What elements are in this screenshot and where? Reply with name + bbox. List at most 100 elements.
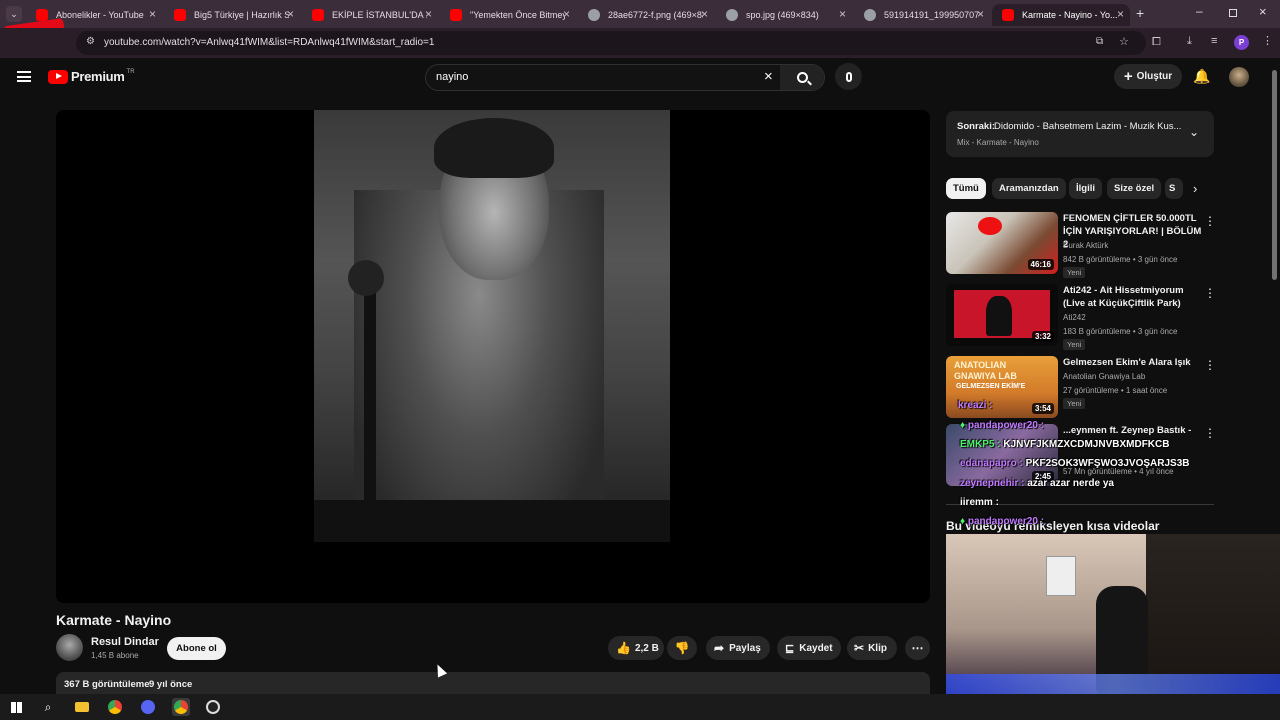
webcam-overlay <box>946 534 1280 694</box>
chevron-down-icon[interactable]: ⌄ <box>1189 125 1199 139</box>
share-arrow-icon: ➦ <box>714 641 725 655</box>
search-box[interactable]: nayino × <box>425 64 825 91</box>
globe-favicon-icon <box>588 9 600 21</box>
tab-search-button[interactable]: ⌄ <box>6 6 22 22</box>
windows-start-icon[interactable] <box>8 699 24 715</box>
browser-tab[interactable]: 28ae6772-f.png (469×834)× <box>578 4 714 26</box>
browser-tab[interactable]: "Yemekten Önce Bitmeyen...× <box>440 4 576 26</box>
search-button[interactable] <box>780 65 824 90</box>
browser-tab[interactable]: Big5 Türkiye | Hazırlık Sez...× <box>164 4 300 26</box>
file-explorer-icon[interactable] <box>74 699 90 715</box>
install-icon[interactable]: ⧉ <box>1096 36 1103 47</box>
close-tab-icon[interactable]: × <box>425 7 432 21</box>
description-box[interactable]: 367 B görüntüleme 9 yıl önce <box>56 672 930 694</box>
clip-button[interactable]: ✂ Klip <box>847 636 897 660</box>
account-avatar[interactable] <box>1229 67 1249 87</box>
next-prefix: Sonraki: <box>957 121 996 132</box>
search-icon[interactable]: ⌕ <box>40 699 56 715</box>
recommendation-channel: Ati242 <box>1063 313 1086 322</box>
discord-icon[interactable] <box>140 699 156 715</box>
up-next-panel[interactable]: Sonraki: Didomido - Bahsetmem Lazim - Mu… <box>946 111 1214 157</box>
url-text: youtube.com/watch?v=Anlwq41fWIM&list=RDA… <box>104 37 435 48</box>
thumb-text: GNAWIYA LAB <box>954 371 1017 381</box>
subscribe-button[interactable]: Abone ol <box>167 637 226 660</box>
like-button[interactable]: 👍 2,2 B <box>608 636 664 660</box>
chip-for-you[interactable]: Size özel <box>1107 178 1162 199</box>
recommendation-item[interactable]: 3:32 Ati242 - Ait Hissetmiyorum (Live at… <box>946 284 1216 350</box>
save-button[interactable]: ⊑ Kaydet <box>777 636 841 660</box>
recommendation-channel: Burak Aktürk <box>1063 241 1109 250</box>
download-icon[interactable]: ⤓ <box>1187 35 1192 48</box>
new-tab-button[interactable]: + <box>1136 5 1144 21</box>
hamburger-menu-icon[interactable] <box>17 71 31 82</box>
video-player[interactable] <box>56 110 930 603</box>
chip-from-search[interactable]: Aramanızdan <box>992 178 1066 199</box>
page-scrollbar[interactable] <box>1272 70 1277 280</box>
more-horizontal-icon: ⋯ <box>911 641 924 655</box>
close-tab-icon[interactable]: × <box>701 7 708 21</box>
like-count: 2,2 B <box>634 642 659 654</box>
logo-region: TR <box>126 68 135 75</box>
channel-avatar[interactable] <box>56 634 83 661</box>
chat-message: kreazi : <box>958 400 992 411</box>
youtube-favicon-icon <box>450 9 462 21</box>
close-window-button[interactable]: × <box>1259 4 1267 19</box>
tab-label: 28ae6772-f.png (469×834) <box>608 10 703 20</box>
chip-related[interactable]: İlgili <box>1069 178 1102 199</box>
browser-tab-active[interactable]: Karmate - Nayino - Yo... × <box>992 4 1130 26</box>
chevron-right-icon[interactable]: › <box>1193 181 1197 196</box>
create-label: Oluştur <box>1136 71 1173 82</box>
chat-badge-icon: ♦ <box>960 420 968 431</box>
close-tab-icon[interactable]: × <box>1117 7 1124 21</box>
site-info-icon[interactable]: ⚙ <box>86 36 95 47</box>
voice-search-button[interactable] <box>835 63 862 90</box>
channel-name[interactable]: Resul Dindar <box>91 636 159 648</box>
youtube-favicon-icon <box>1002 9 1014 21</box>
recommendation-title: ...eynmen ft. Zeynep Bastık - <box>1063 425 1192 436</box>
more-options-icon[interactable]: ⋮ <box>1204 286 1216 300</box>
dislike-button[interactable]: 👎 <box>667 636 697 660</box>
clear-search-icon[interactable]: × <box>764 68 773 85</box>
obs-icon[interactable] <box>205 699 221 715</box>
subscriber-count: 1,45 B abone <box>91 651 139 660</box>
browser-tab[interactable]: 591914191_1999507074...× <box>854 4 990 26</box>
more-actions-button[interactable]: ⋯ <box>905 636 930 660</box>
video-thumbnail: 3:32 <box>946 284 1058 346</box>
youtube-logo[interactable]: Premium TR <box>48 69 135 84</box>
recommendation-item[interactable]: 46:16 FENOMEN ÇİFTLER 50.000TL İÇİN YARI… <box>946 212 1216 278</box>
more-options-icon[interactable]: ⋮ <box>1204 358 1216 372</box>
share-button[interactable]: ➦ Paylaş <box>706 636 770 660</box>
recommendation-meta: 27 görüntüleme • 1 saat önce <box>1063 386 1168 395</box>
browser-tab[interactable]: spo.jpg (469×834) × <box>716 4 852 26</box>
more-options-icon[interactable]: ⋮ <box>1204 426 1216 440</box>
browser-menu-icon[interactable]: ⋮ <box>1262 34 1273 47</box>
create-button[interactable]: + Oluştur <box>1114 64 1182 89</box>
microphone-icon <box>845 71 852 82</box>
notifications-bell-icon[interactable]: 🔔 <box>1193 68 1210 85</box>
tab-label: EKİPLE İSTANBUL'DA 1 Gİ... <box>332 10 427 20</box>
chat-username: EMKP5 : <box>960 439 1001 450</box>
chrome-profile-icon[interactable] <box>172 698 190 716</box>
tab-label: Big5 Türkiye | Hazırlık Sez... <box>194 10 289 20</box>
chip-more[interactable]: S <box>1165 178 1183 199</box>
more-options-icon[interactable]: ⋮ <box>1204 214 1216 228</box>
close-tab-icon[interactable]: × <box>287 7 294 21</box>
chat-text: KJNVFJKMZXCDMJNVBXMDFKCB <box>1003 439 1170 450</box>
close-tab-icon[interactable]: × <box>149 7 156 21</box>
bookmark-star-icon[interactable]: ☆ <box>1119 35 1129 48</box>
chip-all[interactable]: Tümü <box>946 178 986 199</box>
search-input[interactable]: nayino <box>436 71 468 83</box>
close-tab-icon[interactable]: × <box>977 7 984 21</box>
chat-username: zeynepnehir : <box>960 478 1025 489</box>
close-tab-icon[interactable]: × <box>563 7 570 21</box>
browser-tab[interactable]: EKİPLE İSTANBUL'DA 1 Gİ...× <box>302 4 438 26</box>
profile-avatar[interactable]: P <box>1234 35 1249 50</box>
minimize-button[interactable]: – <box>1196 4 1203 18</box>
duration-badge: 46:16 <box>1027 259 1054 270</box>
extensions-icon[interactable]: ⧠ <box>1152 36 1161 49</box>
address-bar[interactable]: ⚙ youtube.com/watch?v=Anlwq41fWIM&list=R… <box>76 31 1146 55</box>
restore-button[interactable] <box>1229 9 1237 17</box>
close-tab-icon[interactable]: × <box>839 7 846 21</box>
chrome-icon[interactable] <box>107 699 123 715</box>
media-controls-icon[interactable]: ≡ <box>1211 35 1217 47</box>
